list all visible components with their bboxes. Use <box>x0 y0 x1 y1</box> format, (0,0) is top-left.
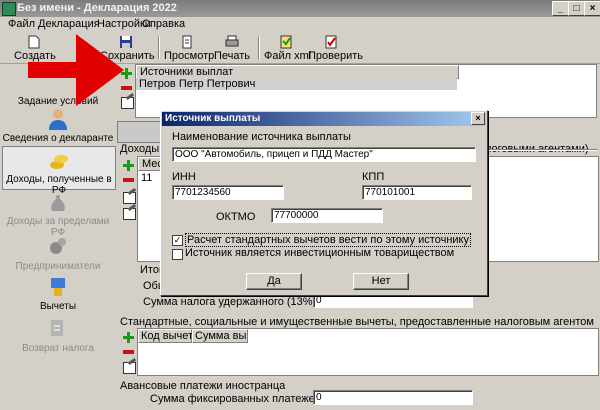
fixed-payments-field[interactable]: 0 <box>313 390 473 405</box>
income-month-cell[interactable]: 11 <box>141 172 152 184</box>
tab-income[interactable] <box>117 121 163 143</box>
coins-icon <box>50 155 68 169</box>
close-icon[interactable]: × <box>584 1 600 16</box>
nav-item-tax-refund[interactable]: Возврат налога <box>2 318 114 358</box>
deductions-col-code: Код вычета <box>138 329 199 343</box>
toolbar-separator <box>158 37 160 59</box>
print-button[interactable]: Печать <box>212 34 252 62</box>
nav-item-income-abroad[interactable]: Доходы за пределами РФ <box>2 194 114 238</box>
source-name-field[interactable]: ООО "Автомобиль, прицеп и ПДД Мастер" <box>172 147 476 162</box>
gears-icon <box>50 238 66 254</box>
xml-file-button[interactable]: Файл xml <box>264 34 311 62</box>
preview-icon <box>182 35 192 49</box>
inn-field[interactable]: 7701234560 <box>172 185 284 200</box>
nav-item-entrepreneurs[interactable]: Предприниматели <box>2 236 114 276</box>
dialog-close-icon[interactable]: × <box>471 112 485 125</box>
check-button[interactable]: Проверить <box>308 34 363 62</box>
fixed-payments-label: Сумма фиксированных платежей <box>150 393 321 405</box>
left-navigation: Задание условий Сведения о декларанте До… <box>0 64 116 410</box>
remove-deduction-icon[interactable] <box>123 350 134 354</box>
toolbar-separator <box>258 37 260 59</box>
nav-item-deductions[interactable]: Вычеты <box>2 276 114 316</box>
money-bag-icon <box>51 195 65 211</box>
preview-button[interactable]: Просмотр <box>164 34 214 62</box>
window-title: Без имени - Декларация 2022 <box>17 2 177 14</box>
xml-file-icon <box>280 35 292 49</box>
nav-item-declarant[interactable]: Сведения о декларанте <box>2 108 114 148</box>
title-bar: Без имени - Декларация 2022 _ □ × <box>0 0 600 17</box>
oktmo-label: ОКТМО <box>216 211 256 223</box>
deductions-icon <box>51 278 65 296</box>
kpp-label: КПП <box>362 171 385 183</box>
standard-deductions-label: Расчет стандартных вычетов вести по этом… <box>185 233 471 247</box>
advance-group-label: Авансовые платежи иностранца <box>120 380 286 392</box>
sources-header: Источники выплат <box>136 65 459 79</box>
table-row[interactable]: Петров Петр Петрович <box>136 78 457 90</box>
oktmo-field[interactable]: 77700000 <box>271 208 383 223</box>
add-deduction-icon[interactable] <box>123 332 134 343</box>
inn-label: ИНН <box>172 171 196 183</box>
person-icon <box>49 109 67 130</box>
source-name-label: Наименование источника выплаты <box>172 131 351 143</box>
copy-income-icon[interactable] <box>123 208 136 220</box>
standard-deductions-checkbox[interactable]: ✓ <box>172 235 183 246</box>
edit-income-icon[interactable] <box>123 192 136 204</box>
tax-withheld-label: Сумма налога удержанного (13%) <box>143 296 317 308</box>
no-button[interactable]: Нет <box>353 273 409 290</box>
printer-icon <box>225 35 239 47</box>
add-income-icon[interactable] <box>123 160 134 171</box>
check-icon <box>325 35 337 49</box>
kpp-field[interactable]: 770101001 <box>362 185 472 200</box>
edit-deduction-icon[interactable] <box>123 362 136 374</box>
refund-icon <box>51 320 63 336</box>
app-icon <box>2 2 16 16</box>
remove-income-icon[interactable] <box>123 178 134 182</box>
yes-button[interactable]: Да <box>246 273 302 290</box>
deductions-table: Код вычета Сумма выч... <box>137 328 599 376</box>
deductions-col-sum: Сумма выч... <box>192 329 248 343</box>
maximize-icon[interactable]: □ <box>568 1 585 16</box>
investment-partnership-checkbox[interactable] <box>172 249 183 260</box>
red-arrow-icon <box>28 34 124 106</box>
minimize-icon[interactable]: _ <box>552 1 569 16</box>
nav-item-income-rf[interactable]: Доходы, полученные в РФ <box>2 146 116 196</box>
dialog-title: Источник выплаты <box>162 112 486 126</box>
menu-help[interactable]: Справка <box>142 18 185 30</box>
investment-partnership-label: Источник является инвестиционным товарищ… <box>185 247 455 259</box>
payment-source-dialog: Источник выплаты × Наименование источник… <box>160 110 488 296</box>
deductions-group-label: Стандартные, социальные и имущественные … <box>120 316 594 328</box>
